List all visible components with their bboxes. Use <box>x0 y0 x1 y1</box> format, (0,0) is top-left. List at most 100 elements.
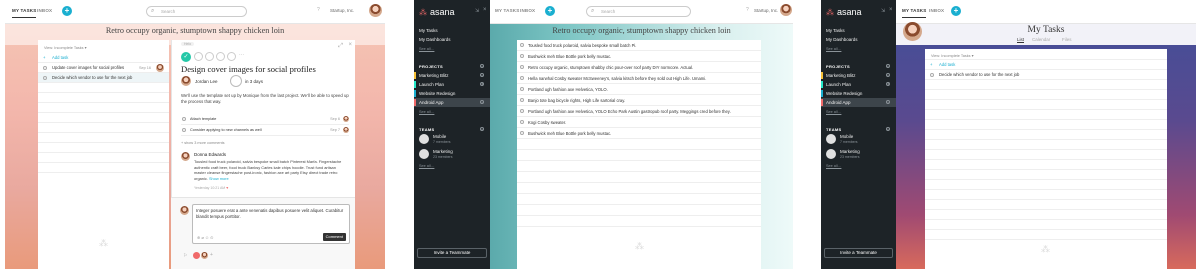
subtask-row[interactable]: Attach template Sep 6 <box>181 114 349 125</box>
due-date[interactable]: in 3 days <box>245 79 263 84</box>
pin-icon[interactable]: ⇲ <box>475 8 479 14</box>
tab-my-tasks[interactable]: MY TASKS <box>902 8 927 18</box>
sidebar-item-android-app[interactable]: Android App <box>826 100 851 105</box>
close-sidebar-icon[interactable]: × <box>483 7 487 13</box>
list-item[interactable]: Decide which vendor to use for the next … <box>925 70 1167 80</box>
see-all-link[interactable]: See all… <box>419 164 434 168</box>
trash-icon[interactable] <box>227 52 236 61</box>
checkbox[interactable] <box>43 76 47 80</box>
checkbox[interactable] <box>520 54 524 58</box>
add-project-icon[interactable]: + <box>886 64 890 68</box>
sidebar-item-my-tasks[interactable]: My Tasks <box>419 28 438 33</box>
attach-icon[interactable] <box>205 52 214 61</box>
tab-inbox[interactable]: INBOX <box>929 8 944 13</box>
checkbox[interactable] <box>520 109 524 113</box>
assignee-name[interactable]: Jordan Lee <box>195 79 218 84</box>
add-team-icon[interactable]: + <box>886 127 890 131</box>
list-item[interactable]: Decide which vendor to use for the next … <box>38 73 169 83</box>
tab-inbox[interactable]: INBOX <box>37 8 52 13</box>
checkbox[interactable] <box>520 131 524 135</box>
close-icon[interactable]: × <box>348 42 352 48</box>
list-item[interactable]: Bushwick meh Blue Bottle pork belly must… <box>517 51 761 62</box>
checkbox[interactable] <box>182 117 186 121</box>
view-filter[interactable]: View: Incomplete Tasks ▾ <box>38 40 169 53</box>
checkbox[interactable] <box>520 87 524 91</box>
user-name[interactable]: Startup, Inc. <box>330 8 354 13</box>
quick-add-button[interactable]: + <box>62 6 72 16</box>
list-item[interactable]: Portland ugh fashion axe Helvetica, YOLO… <box>517 106 761 117</box>
checkbox[interactable] <box>43 66 47 70</box>
add-task-row[interactable]: + Add task <box>925 60 1167 70</box>
sidebar-item-launch-plan[interactable]: Launch Plan <box>826 82 851 87</box>
sidebar-item-marketing-blitz[interactable]: Marketing Blitz <box>826 73 856 78</box>
help-icon[interactable]: ? <box>317 7 320 13</box>
expand-icon[interactable]: ⤢ <box>338 43 343 50</box>
list-item[interactable]: Bushwick meh Blue Bottle pork belly must… <box>517 128 761 139</box>
list-item[interactable]: Tousled food truck polaroid, salvia besp… <box>517 40 761 51</box>
list-item[interactable]: Portland ugh fashion axe Helvetica, YOLO… <box>517 84 761 95</box>
comment-author-avatar[interactable] <box>181 152 190 161</box>
task-description[interactable]: We'll use the template set up by Monique… <box>181 93 349 105</box>
checkbox[interactable] <box>520 43 524 47</box>
sidebar-item-my-dashboards[interactable]: My Dashboards <box>419 37 451 42</box>
subtask-row[interactable]: Consider applying to new channels as wel… <box>181 125 349 136</box>
chevron-down-icon[interactable]: ⌄ <box>480 100 484 104</box>
star-icon[interactable]: ★ <box>480 82 484 86</box>
invite-teammate-button[interactable]: Invite a Teammate <box>824 248 893 258</box>
sidebar-item-marketing-blitz[interactable]: Marketing Blitz <box>419 73 449 78</box>
close-sidebar-icon[interactable]: × <box>889 7 893 13</box>
checkbox[interactable] <box>930 73 934 77</box>
subtask-avatar[interactable] <box>343 116 349 122</box>
search-input[interactable]: ⌕ Search <box>586 6 691 17</box>
team-name[interactable]: Marketing <box>433 149 453 154</box>
task-title[interactable]: Design cover images for social profiles <box>181 64 316 74</box>
invite-teammate-button[interactable]: Invite a Teammate <box>417 248 487 258</box>
see-all-link[interactable]: See all… <box>826 110 841 114</box>
list-item[interactable]: Kogi Cosby sweater. <box>517 117 761 128</box>
quick-add-button[interactable]: + <box>951 6 961 16</box>
add-task-row[interactable]: + Add task <box>38 53 169 63</box>
see-all-link[interactable]: See all… <box>419 47 434 51</box>
user-avatar[interactable] <box>369 4 382 17</box>
comment-input[interactable]: Integer posuere erat a ante venenatis da… <box>192 204 350 244</box>
comment-author[interactable]: Donna Edwards <box>194 152 226 157</box>
show-more-link[interactable]: Show more <box>209 176 229 181</box>
team-name[interactable]: Marketing <box>840 149 860 154</box>
checkbox[interactable] <box>520 120 524 124</box>
search-input[interactable]: ⌕ Search <box>146 6 247 17</box>
checkbox[interactable] <box>520 98 524 102</box>
view-filter[interactable]: View: Incomplete Tasks ▾ <box>925 49 1167 60</box>
assignee-avatar[interactable] <box>181 76 191 86</box>
add-icon[interactable]: + <box>886 73 890 77</box>
complete-button[interactable]: ✓ <box>181 52 191 62</box>
like-icon[interactable]: ⚐ <box>183 253 187 259</box>
list-item[interactable]: Banjo tote bag bicycle rights, High Life… <box>517 95 761 106</box>
tab-files[interactable]: Files <box>1062 37 1072 42</box>
sidebar-item-website-redesign[interactable]: Website Redesign <box>826 91 862 96</box>
pin-icon[interactable]: ⇲ <box>881 8 885 14</box>
add-project-icon[interactable]: + <box>480 64 484 68</box>
tab-calendar[interactable]: Calendar <box>1032 37 1050 42</box>
user-avatar[interactable] <box>780 4 792 16</box>
sidebar-item-launch-plan[interactable]: Launch Plan <box>419 82 444 87</box>
tab-my-tasks[interactable]: MY TASKS <box>12 8 37 18</box>
quick-add-button[interactable]: + <box>545 6 555 16</box>
tab-inbox[interactable]: INBOX <box>520 8 535 13</box>
list-item[interactable]: Retro occupy organic, stumptown shabby c… <box>517 62 761 73</box>
comment-button[interactable]: Comment <box>322 233 346 241</box>
follower-avatar[interactable] <box>201 252 208 259</box>
sidebar-item-android-app[interactable]: Android App <box>419 100 444 105</box>
subtask-icon[interactable] <box>216 52 225 61</box>
add-team-icon[interactable]: + <box>480 127 484 131</box>
sidebar-item-website-redesign[interactable]: Website Redesign <box>419 91 455 96</box>
sidebar-item-my-tasks[interactable]: My Tasks <box>826 28 845 33</box>
add-follower-icon[interactable]: + <box>210 252 213 258</box>
see-all-link[interactable]: See all… <box>419 110 434 114</box>
calendar-icon[interactable] <box>230 75 242 87</box>
team-name[interactable]: Mobile <box>840 134 853 139</box>
tag-icon[interactable] <box>194 52 203 61</box>
more-icon[interactable]: ··· <box>239 52 244 58</box>
add-icon[interactable]: + <box>480 73 484 77</box>
follower-avatar[interactable] <box>193 252 200 259</box>
show-more-comments[interactable]: + show 3 more comments <box>181 141 225 145</box>
